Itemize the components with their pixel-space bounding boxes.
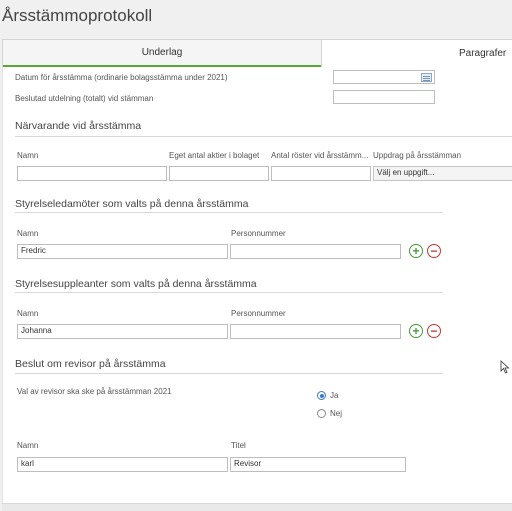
auditor-divider	[15, 373, 443, 374]
tab-paragrafer[interactable]: Paragrafer	[321, 40, 512, 67]
attendees-divider	[15, 136, 512, 137]
board-col-name: Namn	[17, 229, 39, 238]
deputy-name-field[interactable]: Johanna	[17, 324, 228, 339]
mouse-cursor-icon	[500, 360, 510, 374]
board-add-button[interactable]: +	[409, 244, 423, 258]
tab-underlag[interactable]: Underlag	[3, 40, 321, 67]
board-pnr-field[interactable]	[230, 244, 401, 259]
auditor-question: Val av revisor ska ske på årsstämman 202…	[17, 387, 172, 396]
auditor-no-label[interactable]: Nej	[330, 409, 342, 418]
board-heading: Styrelseledamöter som valts på denna års…	[15, 198, 249, 210]
attendees-col-votes: Antal röster vid årsstämm...	[271, 151, 369, 160]
auditor-name-field[interactable]: karl	[17, 457, 228, 472]
calendar-icon[interactable]	[421, 73, 432, 82]
auditor-heading: Beslut om revisor på årsstämma	[15, 358, 166, 370]
board-divider	[15, 212, 443, 213]
date-label: Datum för årsstämma (ordinarie bolagsstä…	[15, 73, 228, 82]
auditor-title-field[interactable]: Revisor	[230, 457, 406, 472]
plus-circle-icon: +	[412, 324, 420, 338]
attendees-col-role: Uppdrag på årsstämman	[373, 151, 462, 160]
attendee-role-select[interactable]: Välj en uppgift...	[373, 166, 512, 181]
dividend-field[interactable]	[333, 90, 435, 104]
attendee-votes-field[interactable]	[271, 166, 371, 181]
deputy-remove-button[interactable]: −	[427, 324, 441, 338]
deputies-heading: Styrelsesuppleanter som valts på denna å…	[15, 278, 257, 290]
deputy-add-button[interactable]: +	[409, 324, 423, 338]
attendee-name-field[interactable]	[17, 166, 167, 181]
board-col-pnr: Personnummer	[231, 229, 286, 238]
attendees-col-name: Namn	[17, 151, 39, 160]
page-title: Årsstämmoprotokoll	[2, 6, 153, 25]
attendees-heading: Närvarande vid årsstämma	[15, 120, 142, 132]
auditor-yes-label[interactable]: Ja	[330, 391, 338, 400]
bottom-bar	[2, 503, 512, 511]
board-name-field[interactable]: Fredric	[17, 244, 228, 259]
auditor-no-radio[interactable]	[317, 409, 326, 418]
deputies-col-pnr: Personnummer	[231, 309, 286, 318]
deputies-col-name: Namn	[17, 309, 39, 318]
plus-circle-icon: +	[412, 244, 420, 258]
deputy-pnr-field[interactable]	[230, 324, 401, 339]
auditor-col-name: Namn	[17, 441, 39, 450]
attendees-col-shares: Eget antal aktier i bolaget	[169, 151, 260, 160]
auditor-col-title: Titel	[231, 441, 246, 450]
form-panel: Datum för årsstämma (ordinarie bolagsstä…	[2, 67, 512, 504]
minus-circle-icon: −	[430, 324, 438, 338]
attendee-shares-field[interactable]	[169, 166, 269, 181]
deputies-divider	[15, 292, 443, 293]
auditor-yes-radio[interactable]	[317, 391, 326, 400]
date-field[interactable]	[333, 70, 435, 84]
board-remove-button[interactable]: −	[427, 244, 441, 258]
tab-bar: Underlag Paragrafer	[2, 39, 512, 67]
dividend-label: Beslutad utdelning (totalt) vid stämman	[15, 94, 154, 103]
minus-circle-icon: −	[430, 244, 438, 258]
